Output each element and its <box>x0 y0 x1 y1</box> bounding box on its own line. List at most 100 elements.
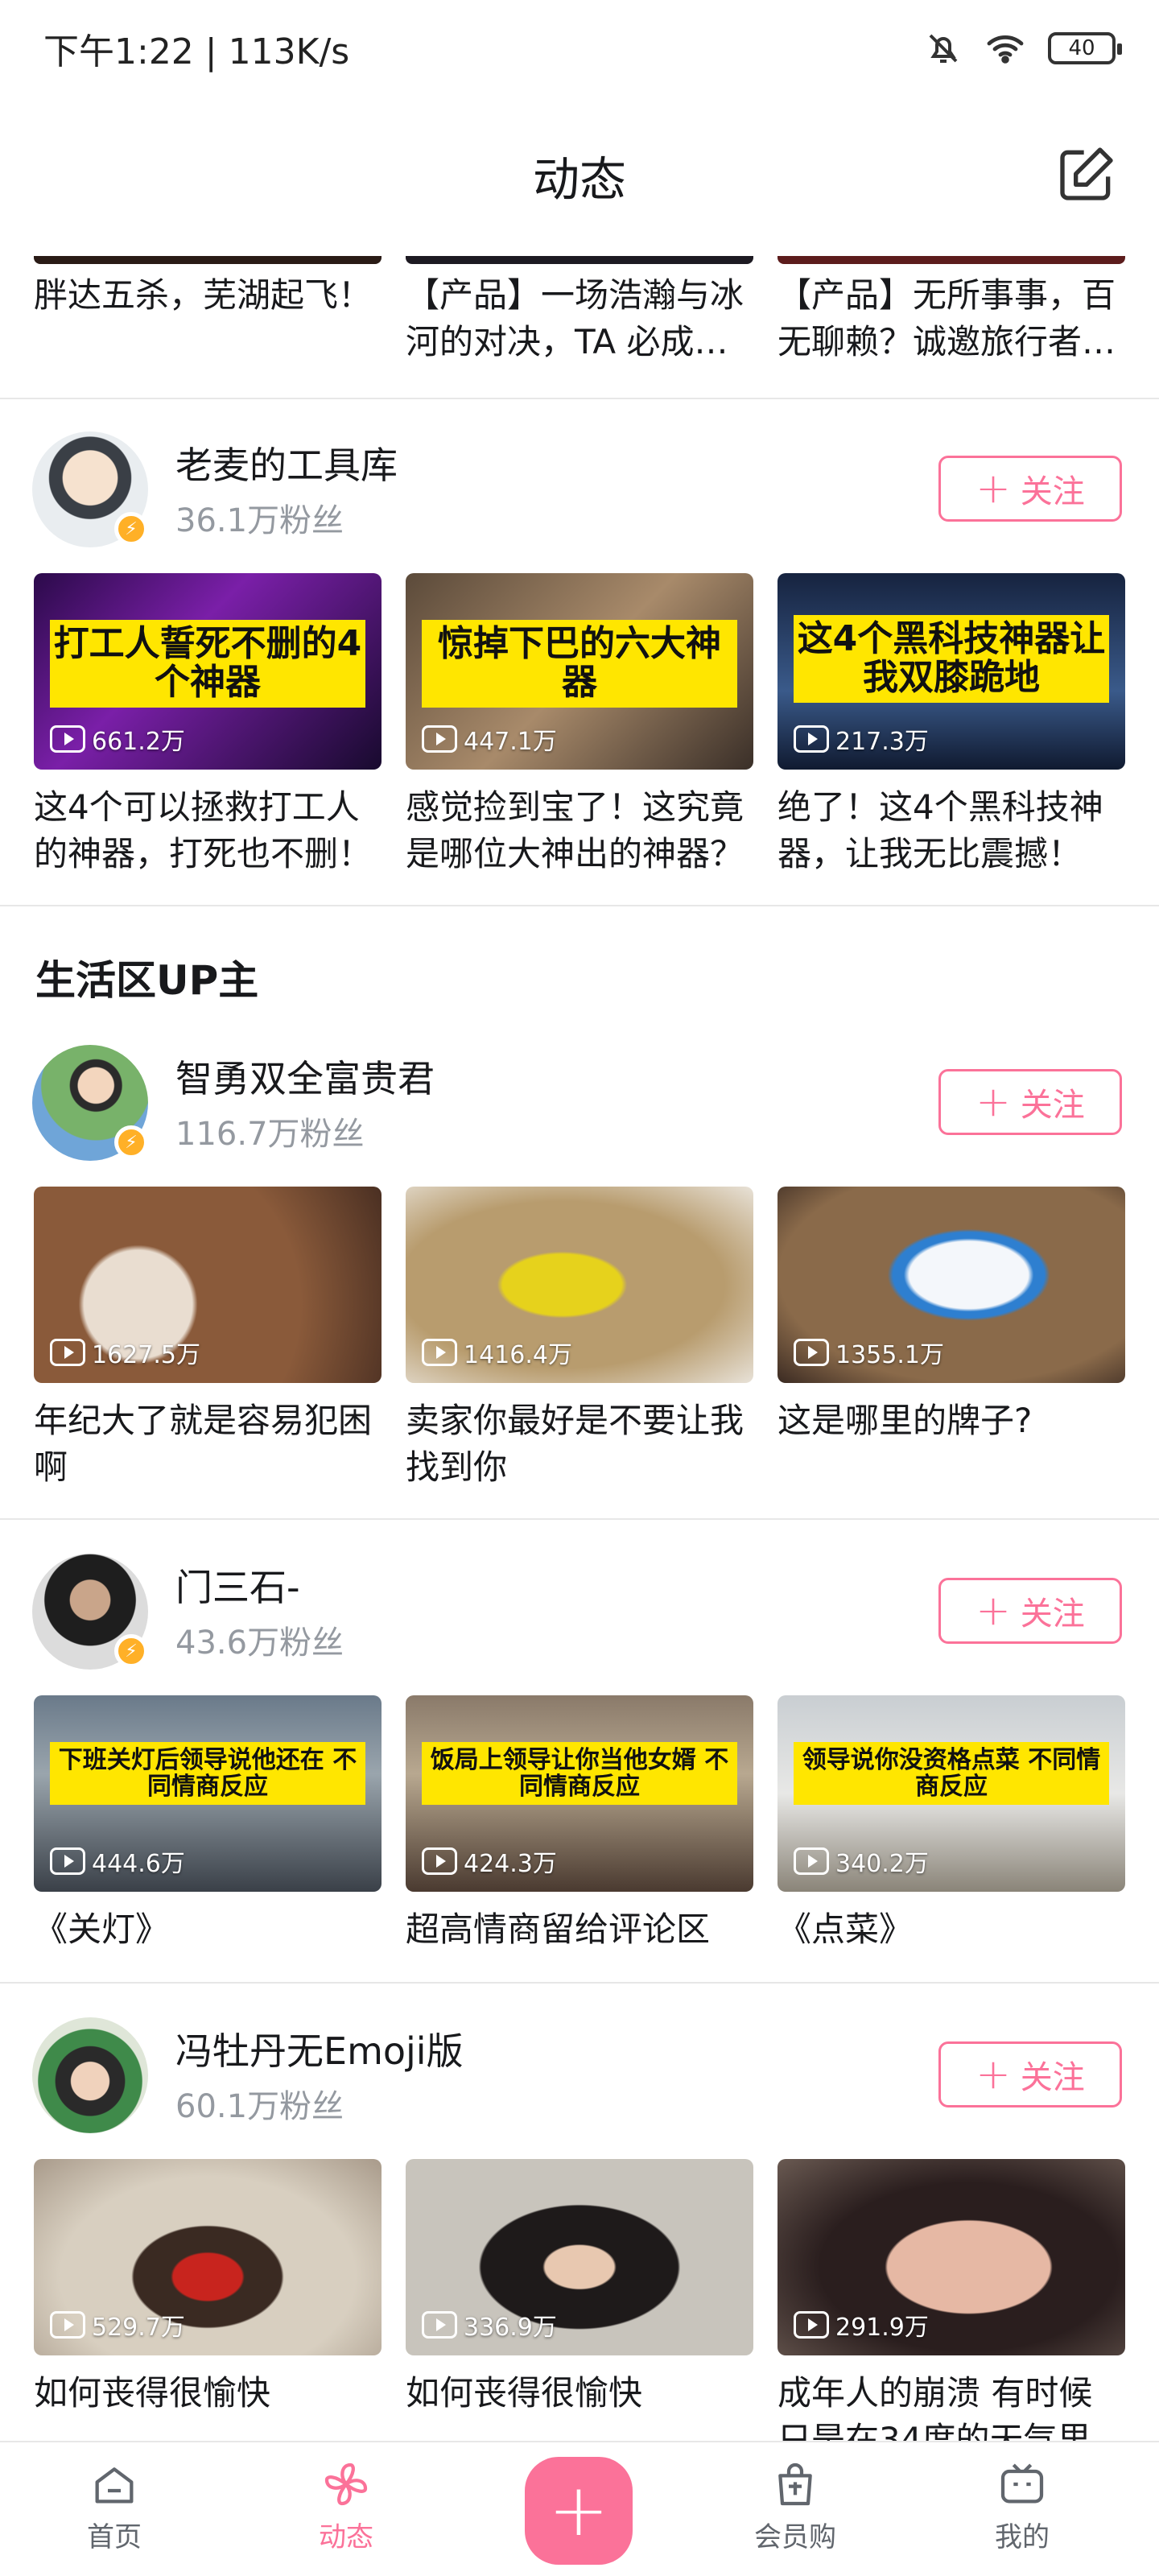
page-header: 动态 <box>0 97 1159 254</box>
video-thumbnail[interactable]: 291.9万 <box>777 2159 1125 2355</box>
video-thumbnail[interactable]: 529.7万 <box>34 2159 382 2355</box>
video-title[interactable]: 【产品】无所事事，百无聊赖？诚邀旅行者… <box>777 272 1125 365</box>
view-count: 1416.4万 <box>464 1341 572 1369</box>
video-title[interactable]: 这是哪里的牌子? <box>777 1397 1125 1491</box>
video-card[interactable]: 饭局上领导让你当他女婿 不同情商反应 424.3万 超高情商留给评论区 <box>406 1695 753 2000</box>
verified-badge-icon: ⚡ <box>114 1634 148 1668</box>
view-count: 444.6万 <box>92 1850 185 1878</box>
status-time: 下午1:22 | 113K/s <box>43 31 350 72</box>
video-card[interactable]: 1355.1万 这是哪里的牌子? <box>777 1187 1125 1491</box>
pinwheel-icon <box>324 2462 368 2506</box>
follow-button[interactable]: + 关注 <box>938 456 1122 522</box>
video-card[interactable]: 惊掉下巴的六大神器 447.1万 感觉捡到宝了！这究竟是哪位大神出的神器？ <box>406 573 753 877</box>
follow-button[interactable]: + 关注 <box>938 1069 1122 1135</box>
video-thumbnail[interactable]: 1355.1万 <box>777 1187 1125 1383</box>
up-name[interactable]: 老麦的工具库 <box>175 436 398 489</box>
divider <box>0 1518 1159 1520</box>
divider <box>0 905 1159 906</box>
follow-button[interactable]: + 关注 <box>938 1578 1122 1644</box>
video-title[interactable]: 《关灯》 <box>34 1906 382 2000</box>
up-card: ⚡ 门三石- 43.6万粉丝 + 关注 <box>0 1554 1159 1690</box>
video-thumbnail[interactable]: 336.9万 <box>406 2159 753 2355</box>
up-name[interactable]: 门三石- <box>175 1558 300 1612</box>
video-card[interactable]: 打工人誓死不删的4个神器 661.2万 这4个可以拯救打工人的神器，打死也不删！ <box>34 573 382 877</box>
shopping-bag-icon <box>778 2462 812 2506</box>
video-card[interactable]: 下班关灯后领导说他还在 不同情商反应 444.6万 《关灯》 <box>34 1695 382 2000</box>
video-thumbnail[interactable]: 1627.5万 <box>34 1187 382 1383</box>
up-fans: 116.7万粉丝 <box>175 1116 365 1153</box>
play-count: 336.9万 <box>422 2307 557 2343</box>
video-title[interactable]: 胖达五杀，芜湖起飞！ <box>34 272 382 365</box>
video-card[interactable]: 529.7万 如何丧得很愉快 <box>34 2159 382 2463</box>
view-count: 529.7万 <box>92 2314 185 2342</box>
follow-label: 关注 <box>1020 473 1085 510</box>
video-card[interactable]: 领导说你没资格点菜 不同情商反应 340.2万 《点菜》 <box>777 1695 1125 2000</box>
status-bar: 下午1:22 | 113K/s 40 <box>0 0 1159 97</box>
video-thumbnail[interactable]: 饭局上领导让你当他女婿 不同情商反应 424.3万 <box>406 1695 753 1892</box>
video-card[interactable]: 291.9万 成年人的崩溃 有时候只是在34度的天气里上… <box>777 2159 1125 2463</box>
tab-dynamic[interactable]: 动态 <box>282 2458 410 2554</box>
up-name[interactable]: 智勇双全富贵君 <box>175 1050 435 1103</box>
tab-label: 我的 <box>995 2521 1050 2553</box>
video-title[interactable]: 超高情商留给评论区 <box>406 1906 753 2000</box>
up-fans: 43.6万粉丝 <box>175 1624 344 1662</box>
tab-label: 动态 <box>319 2521 373 2553</box>
play-icon <box>794 2311 829 2339</box>
plus-icon: + <box>975 1587 1011 1635</box>
play-count: 1355.1万 <box>794 1335 944 1370</box>
view-count: 424.3万 <box>464 1850 557 1878</box>
video-thumbnail[interactable]: 这4个黑科技神器让我双膝跪地 217.3万 <box>777 573 1125 770</box>
plus-icon: + <box>975 2050 1011 2099</box>
video-card[interactable]: 1627.5万 年纪大了就是容易犯困啊 <box>34 1187 382 1491</box>
up-fans: 60.1万粉丝 <box>175 2088 344 2125</box>
view-count: 1627.5万 <box>92 1341 200 1369</box>
up-card: ⚡ 智勇双全富贵君 116.7万粉丝 + 关注 <box>0 1045 1159 1182</box>
video-title[interactable]: 这4个可以拯救打工人的神器，打死也不删！ <box>34 784 382 877</box>
video-title[interactable]: 绝了！这4个黑科技神器，让我无比震撼！ <box>777 784 1125 877</box>
play-count: 340.2万 <box>794 1843 929 1879</box>
battery-icon: 40 <box>1048 32 1122 64</box>
video-title[interactable]: 卖家你最好是不要让我找到你 <box>406 1397 753 1491</box>
follow-button[interactable]: + 关注 <box>938 2041 1122 2107</box>
video-card[interactable]: 336.9万 如何丧得很愉快 <box>406 2159 753 2463</box>
video-thumbnail[interactable]: 打工人誓死不删的4个神器 661.2万 <box>34 573 382 770</box>
video-thumbnail[interactable]: 下班关灯后领导说他还在 不同情商反应 444.6万 <box>34 1695 382 1892</box>
video-thumbnail[interactable]: 1416.4万 <box>406 1187 753 1383</box>
page-title: 动态 <box>532 152 626 207</box>
video-title[interactable]: 感觉捡到宝了！这究竟是哪位大神出的神器？ <box>406 784 753 877</box>
video-title[interactable]: 《点菜》 <box>777 1906 1125 2000</box>
play-icon <box>50 1339 85 1366</box>
avatar[interactable] <box>32 2017 148 2133</box>
play-icon <box>50 1847 85 1875</box>
tab-member-shop[interactable]: 会员购 <box>731 2458 860 2554</box>
publish-button[interactable]: + <box>525 2457 633 2565</box>
thumbnail-caption: 领导说你没资格点菜 不同情商反应 <box>794 1742 1109 1805</box>
video-card[interactable]: 这4个黑科技神器让我双膝跪地 217.3万 绝了！这4个黑科技神器，让我无比震撼… <box>777 573 1125 877</box>
up-name[interactable]: 冯牡丹无Emoji版 <box>175 2022 464 2075</box>
plus-icon: + <box>548 2468 609 2553</box>
video-row: 打工人誓死不删的4个神器 661.2万 这4个可以拯救打工人的神器，打死也不删！… <box>34 573 1128 877</box>
divider <box>0 398 1159 399</box>
video-thumbnail[interactable] <box>777 256 1125 264</box>
verified-badge-icon: ⚡ <box>114 1125 148 1159</box>
divider <box>0 1982 1159 1984</box>
bottom-tab-bar: 首页 动态 + 会员购 我的 <box>0 2441 1159 2576</box>
video-title[interactable]: 年纪大了就是容易犯困啊 <box>34 1397 382 1491</box>
view-count: 217.3万 <box>835 728 929 756</box>
follow-label: 关注 <box>1020 1596 1085 1633</box>
status-icons: 40 <box>924 29 1122 68</box>
tab-mine[interactable]: 我的 <box>958 2458 1087 2554</box>
thumbnail-caption: 这4个黑科技神器让我双膝跪地 <box>794 615 1109 703</box>
play-icon <box>50 725 85 753</box>
plus-icon: + <box>975 1078 1011 1126</box>
wifi-icon <box>987 35 1024 64</box>
play-count: 424.3万 <box>422 1843 557 1879</box>
video-thumbnail[interactable]: 惊掉下巴的六大神器 447.1万 <box>406 573 753 770</box>
video-thumbnail[interactable] <box>406 256 753 264</box>
edit-icon[interactable] <box>1054 142 1119 206</box>
video-thumbnail[interactable]: 领导说你没资格点菜 不同情商反应 340.2万 <box>777 1695 1125 1892</box>
video-card[interactable]: 1416.4万 卖家你最好是不要让我找到你 <box>406 1187 753 1491</box>
video-thumbnail[interactable] <box>34 256 382 264</box>
video-title[interactable]: 【产品】一场浩瀚与冰河的对决，TA 必成… <box>406 272 753 365</box>
tab-home[interactable]: 首页 <box>50 2458 179 2554</box>
